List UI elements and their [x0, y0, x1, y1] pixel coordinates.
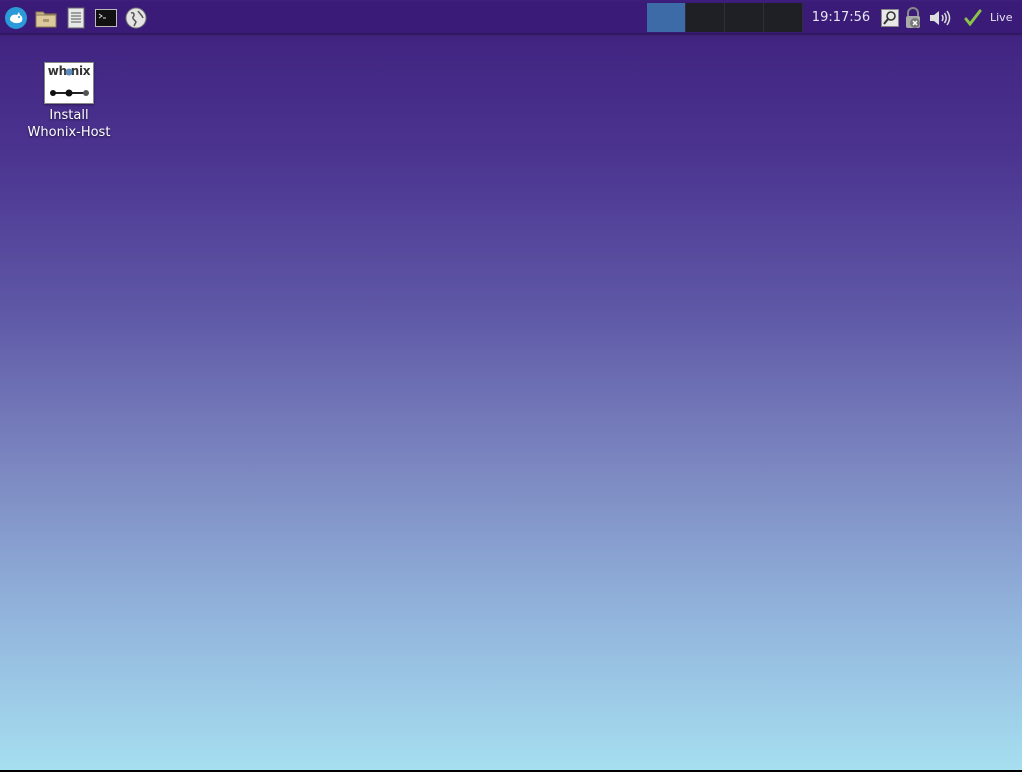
whonix-connector-graphic [50, 68, 89, 97]
workspace-3[interactable] [725, 3, 764, 32]
live-mode-label: Live [990, 11, 1013, 24]
start-menu-icon[interactable] [2, 4, 30, 32]
file-manager-icon[interactable] [32, 4, 60, 32]
workspace-2[interactable] [686, 3, 725, 32]
whonix-logo-icon: wh nix [44, 62, 94, 104]
checkmark-icon[interactable] [962, 6, 984, 30]
search-icon[interactable] [879, 6, 901, 30]
workspace-4[interactable] [764, 3, 803, 32]
desktop-background[interactable]: wh nix Install Whonix-Host [0, 0, 1022, 770]
workspace-1[interactable] [647, 3, 686, 32]
text-editor-icon[interactable] [62, 4, 90, 32]
desktop-icon-install-whonix-host[interactable]: wh nix Install Whonix-Host [20, 62, 118, 141]
panel-launchers [0, 4, 150, 32]
web-browser-icon[interactable] [122, 4, 150, 32]
vpn-lock-disconnected-icon[interactable] [902, 6, 924, 30]
clock[interactable]: 19:17:56 [808, 2, 874, 33]
workspace-switcher [647, 3, 803, 32]
desktop-icon-label-line2: Whonix-Host [27, 125, 111, 140]
desktop-icon-label-line1: Install [49, 108, 89, 123]
terminal-icon[interactable] [92, 4, 120, 32]
volume-icon[interactable] [927, 6, 953, 30]
desktop-icon-label: Install Whonix-Host [20, 107, 118, 141]
top-panel: 19:17:56 Live [0, 2, 1022, 34]
